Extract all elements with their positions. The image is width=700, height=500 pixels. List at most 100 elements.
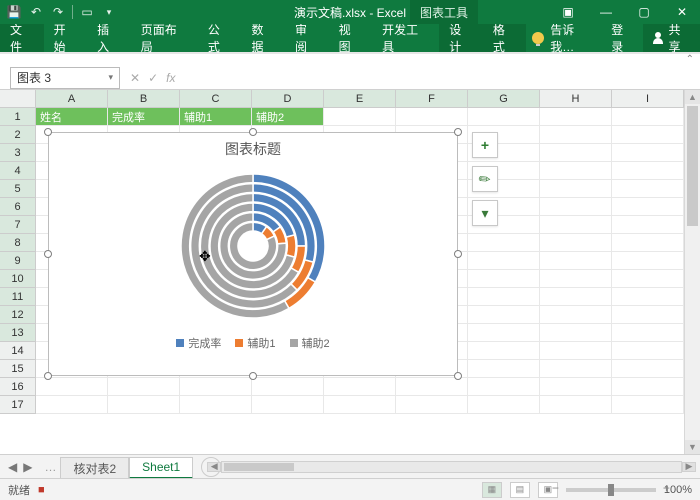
tab-developer[interactable]: 开发工具 bbox=[372, 24, 439, 52]
collapse-ribbon-icon[interactable]: ⌃ bbox=[686, 54, 694, 65]
fx-icon[interactable]: fx bbox=[166, 71, 175, 85]
chart-title[interactable]: 图表标题 bbox=[49, 139, 457, 159]
scroll-thumb[interactable] bbox=[224, 463, 294, 471]
row-header[interactable]: 12 bbox=[0, 306, 36, 324]
scroll-right-icon[interactable]: ▶ bbox=[682, 462, 696, 472]
row-header[interactable]: 5 bbox=[0, 180, 36, 198]
cell[interactable] bbox=[612, 162, 684, 180]
row-header[interactable]: 8 bbox=[0, 234, 36, 252]
cell[interactable] bbox=[468, 108, 540, 126]
cell[interactable] bbox=[540, 378, 612, 396]
cell[interactable] bbox=[612, 126, 684, 144]
cell[interactable] bbox=[540, 288, 612, 306]
cell[interactable] bbox=[612, 198, 684, 216]
tab-review[interactable]: 审阅 bbox=[285, 24, 329, 52]
cell[interactable] bbox=[540, 198, 612, 216]
cell[interactable] bbox=[540, 162, 612, 180]
cell[interactable] bbox=[540, 360, 612, 378]
cell[interactable] bbox=[612, 270, 684, 288]
cell[interactable] bbox=[468, 378, 540, 396]
cell[interactable] bbox=[612, 288, 684, 306]
resize-handle[interactable] bbox=[249, 128, 257, 136]
sheet-overflow-icon[interactable]: … bbox=[40, 460, 60, 474]
cell[interactable] bbox=[540, 252, 612, 270]
row-header[interactable]: 14 bbox=[0, 342, 36, 360]
zoom-out-icon[interactable]: − bbox=[552, 481, 559, 495]
redo-icon[interactable]: ↷ bbox=[50, 4, 66, 20]
resize-handle[interactable] bbox=[454, 128, 462, 136]
cell[interactable] bbox=[324, 108, 396, 126]
chart-styles-button[interactable]: ✎ bbox=[472, 166, 498, 192]
cell[interactable] bbox=[540, 180, 612, 198]
tab-page-layout[interactable]: 页面布局 bbox=[131, 24, 198, 52]
col-header[interactable]: H bbox=[540, 90, 612, 108]
col-header[interactable]: F bbox=[396, 90, 468, 108]
chart-filters-button[interactable]: ▾ bbox=[472, 200, 498, 226]
ribbon-display-options-icon[interactable]: ▣ bbox=[550, 0, 586, 24]
cell[interactable] bbox=[180, 396, 252, 414]
cell[interactable] bbox=[108, 396, 180, 414]
name-box-dropdown-icon[interactable]: ▾ bbox=[108, 72, 113, 83]
cell[interactable] bbox=[540, 126, 612, 144]
tab-file[interactable]: 文件 bbox=[0, 24, 44, 52]
legend-item[interactable]: 辅助1 bbox=[235, 335, 275, 351]
tab-home[interactable]: 开始 bbox=[44, 24, 88, 52]
resize-handle[interactable] bbox=[44, 372, 52, 380]
select-all-corner[interactable] bbox=[0, 90, 36, 108]
row-header[interactable]: 4 bbox=[0, 162, 36, 180]
cell[interactable] bbox=[252, 378, 324, 396]
tell-me-box[interactable]: 告诉我… bbox=[526, 24, 603, 52]
new-file-icon[interactable]: ▭ bbox=[79, 4, 95, 20]
resize-handle[interactable] bbox=[44, 250, 52, 258]
sheet-tab-active[interactable]: Sheet1 bbox=[129, 457, 193, 479]
cell[interactable] bbox=[468, 270, 540, 288]
resize-handle[interactable] bbox=[44, 128, 52, 136]
cell[interactable]: 姓名 bbox=[36, 108, 108, 126]
col-header[interactable]: D bbox=[252, 90, 324, 108]
cell[interactable] bbox=[540, 270, 612, 288]
cell[interactable] bbox=[612, 324, 684, 342]
cell[interactable] bbox=[612, 144, 684, 162]
row-header[interactable]: 7 bbox=[0, 216, 36, 234]
cell[interactable] bbox=[540, 396, 612, 414]
chart-elements-button[interactable]: + bbox=[472, 132, 498, 158]
cell[interactable] bbox=[468, 342, 540, 360]
cell[interactable] bbox=[108, 378, 180, 396]
cell[interactable] bbox=[612, 252, 684, 270]
cell[interactable] bbox=[540, 108, 612, 126]
cell[interactable] bbox=[396, 396, 468, 414]
cell[interactable] bbox=[252, 396, 324, 414]
cell[interactable] bbox=[612, 234, 684, 252]
cell[interactable]: 辅助2 bbox=[252, 108, 324, 126]
cell[interactable] bbox=[540, 342, 612, 360]
resize-handle[interactable] bbox=[249, 372, 257, 380]
tab-insert[interactable]: 插入 bbox=[87, 24, 131, 52]
tab-chart-format[interactable]: 格式 bbox=[483, 24, 527, 52]
view-page-layout-button[interactable]: ▤ bbox=[510, 482, 530, 498]
tab-formulas[interactable]: 公式 bbox=[198, 24, 242, 52]
row-header[interactable]: 11 bbox=[0, 288, 36, 306]
macro-record-icon[interactable]: ■ bbox=[38, 484, 45, 496]
sheet-nav-next-icon[interactable]: ▶ bbox=[23, 460, 32, 474]
cell[interactable]: 辅助1 bbox=[180, 108, 252, 126]
col-header[interactable]: C bbox=[180, 90, 252, 108]
col-header[interactable]: A bbox=[36, 90, 108, 108]
cell[interactable] bbox=[396, 378, 468, 396]
cell[interactable] bbox=[36, 378, 108, 396]
accept-formula-icon[interactable]: ✓ bbox=[148, 71, 158, 85]
cell[interactable] bbox=[540, 216, 612, 234]
worksheet-grid[interactable]: A B C D E F G H I 1 2 3 4 5 6 7 8 9 10 1… bbox=[0, 90, 700, 462]
resize-handle[interactable] bbox=[454, 372, 462, 380]
resize-handle[interactable] bbox=[454, 250, 462, 258]
cell[interactable] bbox=[180, 378, 252, 396]
cell[interactable] bbox=[612, 342, 684, 360]
chart-plot-area[interactable] bbox=[49, 161, 457, 331]
cell[interactable] bbox=[36, 396, 108, 414]
col-header[interactable]: E bbox=[324, 90, 396, 108]
close-button[interactable]: ✕ bbox=[664, 0, 700, 24]
row-header[interactable]: 13 bbox=[0, 324, 36, 342]
cell[interactable] bbox=[324, 378, 396, 396]
view-normal-button[interactable]: ▦ bbox=[482, 482, 502, 498]
cell[interactable] bbox=[468, 234, 540, 252]
cell[interactable] bbox=[396, 108, 468, 126]
